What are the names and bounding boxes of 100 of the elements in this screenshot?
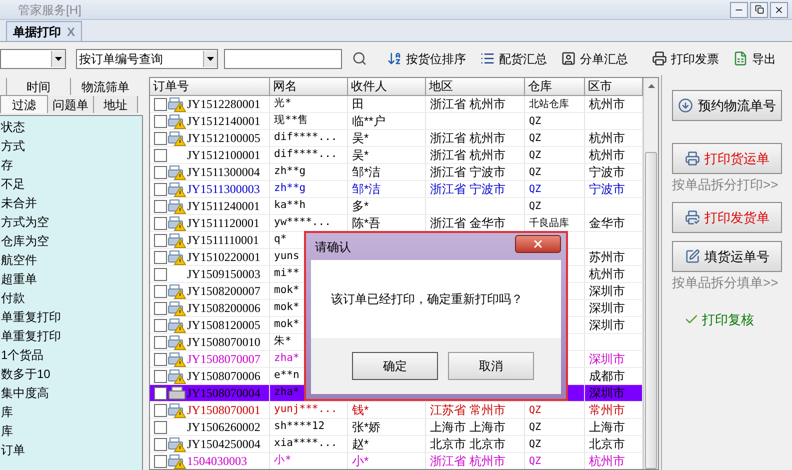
row-checkbox[interactable] bbox=[154, 404, 167, 416]
filter-item[interactable]: 库 bbox=[0, 422, 142, 441]
filter-item[interactable]: 单重复打印 bbox=[0, 308, 142, 327]
action-button[interactable]: 打印货运单 bbox=[672, 143, 782, 174]
filter-item[interactable]: 不足 bbox=[0, 175, 142, 194]
recipient-cell-text: 陈*吾 bbox=[352, 215, 381, 232]
city-cell-text: 杭州市 bbox=[589, 147, 625, 164]
action-button[interactable]: 打印发货单 bbox=[672, 202, 782, 233]
row-checkbox[interactable] bbox=[154, 132, 167, 144]
search-mode-dropdown[interactable]: 按订单编号查询 bbox=[76, 48, 218, 68]
table-row[interactable]: JY1511300003 zh**g 邹*洁 浙江省 宁波市 QZ 宁波市 bbox=[150, 181, 643, 198]
filter-tab[interactable]: 过滤 bbox=[0, 95, 48, 113]
filter-item[interactable]: 集中度高 bbox=[0, 384, 142, 403]
column-header[interactable]: 订单号 bbox=[150, 78, 270, 95]
table-row[interactable]: JY1511300004 zh**g 邹*洁 浙江省 宁波市 QZ 宁波市 bbox=[150, 164, 643, 181]
row-checkbox[interactable] bbox=[154, 114, 167, 128]
warehouse-cell-text: QZ bbox=[529, 200, 542, 214]
row-checkbox[interactable] bbox=[154, 148, 167, 162]
row-checkbox[interactable] bbox=[154, 336, 167, 348]
row-checkbox[interactable] bbox=[154, 352, 167, 366]
scroll-up-arrow-icon[interactable] bbox=[648, 84, 654, 88]
table-row[interactable]: 1504030003 小* 小* 浙江省 杭州市 QZ 杭州市 bbox=[150, 453, 643, 469]
nickname-cell-text: 现**售 bbox=[274, 113, 309, 128]
row-checkbox[interactable] bbox=[154, 420, 167, 434]
nickname-cell-text: ka**h bbox=[274, 198, 306, 214]
row-checkbox[interactable] bbox=[154, 182, 167, 196]
warehouse-cell-text: QZ bbox=[529, 404, 542, 418]
document-tab[interactable]: 单据打印 X bbox=[6, 21, 82, 41]
sort-icon bbox=[387, 51, 402, 66]
row-checkbox[interactable] bbox=[154, 200, 167, 212]
filter-tab[interactable]: 地址 bbox=[94, 96, 138, 113]
row-checkbox[interactable] bbox=[154, 438, 167, 450]
filter-item[interactable]: 方式 bbox=[0, 137, 142, 156]
filter-item[interactable]: 仓库为空 bbox=[0, 232, 142, 251]
row-checkbox[interactable] bbox=[154, 386, 167, 400]
city-cell-text: 深圳市 bbox=[589, 300, 625, 317]
table-row[interactable]: JY1512100001 dif****... 吴* 浙江省 杭州市 QZ 杭州市 bbox=[150, 147, 643, 164]
row-checkbox[interactable] bbox=[154, 284, 167, 298]
order-number-cell-text: JY1508070006 bbox=[187, 368, 260, 385]
table-row[interactable]: JY1512280001 光* 田 浙江省 杭州市 北站仓库 杭州市 bbox=[150, 96, 643, 113]
table-row[interactable]: JY1511240001 ka**h 多* QZ bbox=[150, 198, 643, 215]
filter-item[interactable]: 订单 bbox=[0, 441, 142, 460]
row-checkbox[interactable] bbox=[154, 268, 167, 280]
close-button[interactable] bbox=[515, 234, 561, 252]
restore-button[interactable] bbox=[750, 2, 768, 18]
row-checkbox[interactable] bbox=[154, 166, 167, 178]
dropdown[interactable] bbox=[0, 48, 66, 68]
column-header[interactable]: 收件人 bbox=[348, 78, 426, 95]
filter-item[interactable]: 超重单 bbox=[0, 270, 142, 289]
filter-item[interactable]: 方式为空 bbox=[0, 213, 142, 232]
filter-item[interactable]: 状态 bbox=[0, 118, 142, 137]
filter-item[interactable]: 数多于10 bbox=[0, 365, 142, 384]
table-row[interactable]: JY1512100005 dif****... 吴* 浙江省 杭州市 QZ 杭州市 bbox=[150, 130, 643, 147]
row-checkbox[interactable] bbox=[154, 216, 167, 230]
search-icon[interactable] bbox=[352, 51, 367, 66]
filter-item[interactable]: 单重复打印 bbox=[0, 327, 142, 346]
print-review-button[interactable]: 打印复核 bbox=[684, 310, 754, 330]
filter-item[interactable]: 1个货品 bbox=[0, 346, 142, 365]
region-cell-text: 江苏省 常州市 bbox=[430, 402, 506, 419]
row-checkbox[interactable] bbox=[154, 370, 167, 382]
warehouse-cell-text: QZ bbox=[529, 148, 542, 162]
warehouse-cell-text: QZ bbox=[529, 420, 542, 434]
filter-item[interactable]: 付款 bbox=[0, 289, 142, 308]
row-checkbox[interactable] bbox=[154, 454, 167, 468]
table-row[interactable]: JY1504250004 xia****... 赵* 北京市 北京市 QZ 北京市 bbox=[150, 436, 643, 453]
row-checkbox[interactable] bbox=[154, 302, 167, 314]
column-header[interactable]: 网名 bbox=[270, 78, 348, 95]
close-button[interactable] bbox=[770, 2, 788, 18]
filter-tab[interactable]: 问题单 bbox=[48, 96, 94, 113]
toolbar-button[interactable]: 导出 bbox=[733, 48, 776, 70]
column-header[interactable]: 地区 bbox=[426, 78, 525, 95]
row-checkbox[interactable] bbox=[154, 234, 167, 246]
row-checkbox[interactable] bbox=[154, 250, 167, 264]
search-field[interactable] bbox=[224, 48, 342, 68]
table-row[interactable]: JY1506260002 sh****12 张*娇 上海市 上海市 QZ 上海市 bbox=[150, 419, 643, 436]
minimize-button[interactable] bbox=[730, 2, 748, 18]
order-number-cell-text: JY1512100005 bbox=[187, 130, 260, 147]
column-header[interactable]: 仓库 bbox=[525, 78, 585, 95]
caret-icon[interactable] bbox=[207, 56, 214, 60]
toolbar-button[interactable]: 分单汇总 bbox=[561, 48, 628, 70]
action-button[interactable]: 预约物流单号 bbox=[672, 90, 782, 121]
action-button[interactable]: 填货运单号 bbox=[672, 241, 782, 272]
filter-item[interactable]: 库 bbox=[0, 403, 142, 422]
table-row[interactable]: JY1508070001 yunj***... 钱* 江苏省 常州市 QZ 常州市 bbox=[150, 402, 643, 419]
filter-item[interactable]: 存 bbox=[0, 156, 142, 175]
filter-item[interactable]: 未合并 bbox=[0, 194, 142, 213]
toolbar-button[interactable]: 打印发票 bbox=[652, 48, 719, 70]
toolbar-button[interactable]: 按货位排序 bbox=[387, 48, 466, 70]
scrollbar[interactable] bbox=[643, 78, 658, 469]
dialog-button[interactable]: 取消 bbox=[448, 352, 534, 380]
row-checkbox[interactable] bbox=[154, 318, 167, 332]
recipient-cell-text: 赵* bbox=[352, 436, 369, 453]
filter-item[interactable]: 航空件 bbox=[0, 251, 142, 270]
dialog-button[interactable]: 确定 bbox=[352, 352, 438, 380]
row-checkbox[interactable] bbox=[154, 98, 167, 110]
filter-tab[interactable]: 物流筛单 bbox=[70, 78, 140, 95]
table-row[interactable]: JY1512140001 现**售 临**户 QZ bbox=[150, 113, 643, 130]
region-cell-text: 浙江省 杭州市 bbox=[430, 130, 506, 147]
toolbar-button[interactable]: 配货汇总 bbox=[480, 48, 547, 70]
caret-icon[interactable] bbox=[55, 56, 62, 60]
